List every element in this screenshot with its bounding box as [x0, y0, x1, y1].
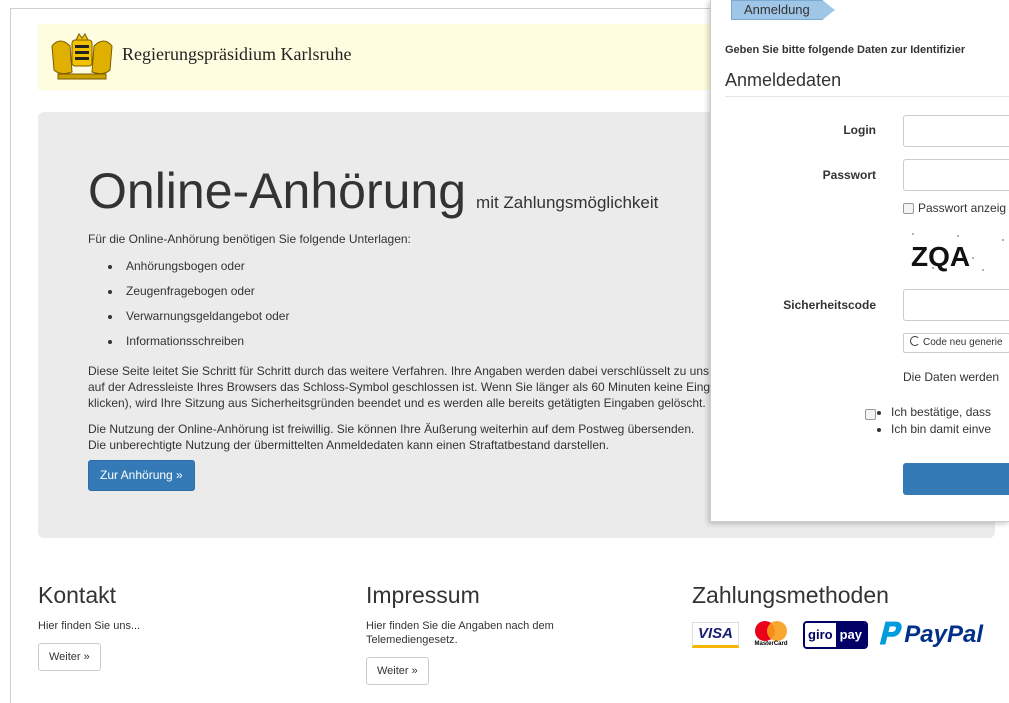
procedure-line: auf der Adressleiste Ihres Browsers das … — [88, 380, 717, 394]
documents-list: Anhörungsbogen oder Zeugenfragebogen ode… — [88, 254, 289, 354]
regenerate-code-button[interactable]: Code neu generie — [903, 333, 1009, 353]
page-border-left — [10, 8, 11, 703]
payment-heading: Zahlungsmethoden — [692, 582, 889, 608]
documents-intro: Für die Online-Anhörung benötigen Sie fo… — [88, 232, 411, 246]
start-hearing-button[interactable]: Zur Anhörung » — [88, 460, 195, 491]
procedure-line: klicken), wird Ihre Sitzung aus Sicherhe… — [88, 396, 706, 410]
paypal-logo: 𝐏 PayPal — [878, 618, 983, 652]
step-indicator: Anmeldung — [731, 0, 835, 20]
impressum-heading: Impressum — [366, 582, 480, 608]
list-item: Informationsschreiben — [122, 329, 289, 354]
pay-label: pay — [835, 623, 866, 647]
payment-section: Zahlungsmethoden VISA MasterCard giro pay… — [692, 582, 983, 652]
login-input[interactable] — [903, 115, 1009, 147]
procedure-line: Diese Seite leitet Sie Schritt für Schri… — [88, 364, 709, 378]
giropay-logo: giro pay — [803, 621, 868, 649]
consent-list: Ich bestätige, dass Ich bin damit einve — [873, 404, 991, 438]
password-input[interactable] — [903, 159, 1009, 191]
list-item: Zeugenfragebogen oder — [122, 279, 289, 304]
captcha-image: ZQA — [903, 228, 1009, 276]
giro-label: giro — [805, 623, 836, 647]
list-item: Verwarnungsgeldangebot oder — [122, 304, 289, 329]
kontakt-heading: Kontakt — [38, 582, 116, 608]
mastercard-logo: MasterCard — [749, 621, 793, 649]
hero-heading: Online-Anhörung mit Zahlungsmöglichkeit — [88, 162, 658, 220]
procedure-paragraph: Diese Seite leitet Sie Schritt für Schri… — [88, 363, 748, 411]
kontakt-text: Hier finden Sie uns... — [38, 620, 141, 632]
usage-line: Die unberechtigte Nutzung der übermittel… — [88, 438, 610, 452]
impressum-text: Hier finden Sie die Angaben nach dem Tele… — [366, 619, 554, 647]
list-item: Ich bin damit einve — [891, 421, 991, 438]
site-title: Regierungspräsidium Karlsruhe — [122, 44, 352, 64]
page-title: Online-Anhörung — [88, 163, 467, 219]
coat-of-arms-logo — [51, 33, 113, 80]
refresh-icon — [910, 336, 920, 346]
login-label: Login — [843, 123, 876, 137]
site-header: Regierungspräsidium Karlsruhe — [38, 24, 710, 90]
usage-paragraph: Die Nutzung der Online-Anhörung ist frei… — [88, 421, 748, 453]
kontakt-weiter-button[interactable]: Weiter » — [38, 643, 101, 671]
show-password-checkbox[interactable] — [903, 203, 914, 215]
impressum-section: Impressum Hier finden Sie die Angaben na… — [366, 582, 554, 685]
login-submit-button[interactable]: A — [903, 463, 1009, 495]
security-code-input[interactable] — [903, 289, 1009, 321]
visa-logo: VISA — [692, 622, 740, 648]
list-item: Ich bestätige, dass — [891, 404, 991, 421]
impressum-weiter-button[interactable]: Weiter » — [366, 657, 429, 685]
kontakt-section: Kontakt Hier finden Sie uns... Weiter » — [38, 582, 140, 671]
login-intro: Geben Sie bitte folgende Daten zur Ident… — [725, 44, 966, 56]
data-info-text: Die Daten werden — [903, 370, 1000, 384]
security-code-label: Sicherheitscode — [783, 298, 876, 312]
payment-logos: VISA MasterCard giro pay 𝐏 PayPal — [692, 618, 983, 652]
mastercard-label: MasterCard — [754, 641, 788, 647]
usage-line: Die Nutzung der Online-Anhörung ist frei… — [88, 422, 695, 436]
impressum-text-line: Telemediengesetz. — [366, 634, 458, 646]
list-item: Anhörungsbogen oder — [122, 254, 289, 279]
password-label: Passwort — [822, 168, 876, 182]
show-password-label: Passwort anzeig — [918, 201, 1007, 215]
impressum-text-line: Hier finden Sie die Angaben nach dem — [366, 620, 554, 632]
divider — [725, 96, 1009, 97]
login-heading: Anmeldedaten — [725, 70, 842, 90]
page-subtitle: mit Zahlungsmöglichkeit — [476, 193, 659, 212]
paypal-label: PayPal — [904, 621, 984, 648]
login-panel: Anmeldung Geben Sie bitte folgende Daten… — [710, 0, 1009, 522]
page-border-top — [10, 8, 710, 9]
regenerate-code-label: Code neu generie — [923, 337, 1003, 348]
captcha-text: ZQA — [911, 241, 970, 272]
show-password-option[interactable]: Passwort anzeig — [903, 201, 1006, 215]
paypal-icon: 𝐏 — [877, 618, 899, 651]
